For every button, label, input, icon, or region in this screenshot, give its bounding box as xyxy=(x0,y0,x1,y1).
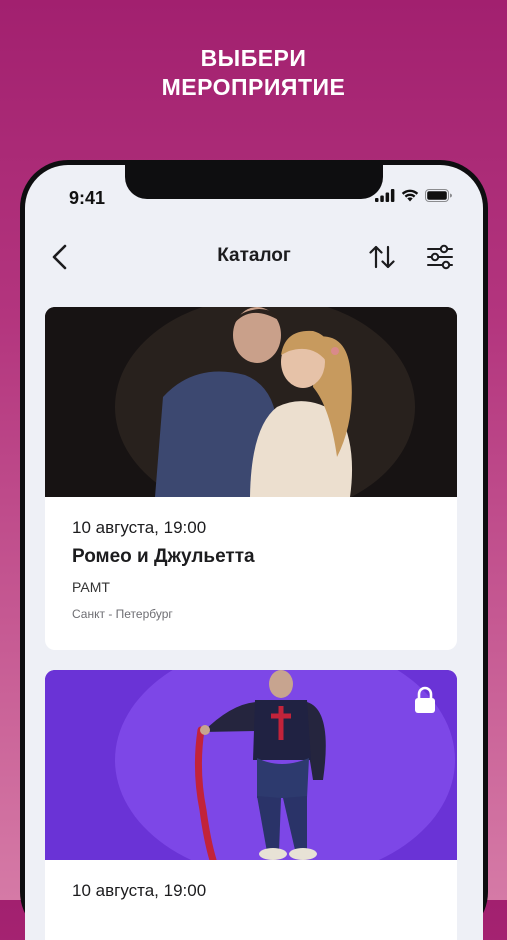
battery-icon xyxy=(425,189,452,202)
event-city: Санкт - Петербург xyxy=(72,607,173,621)
phone-frame: 9:41 Каталог 10 августа, 19:00 Ромео и Д… xyxy=(20,160,488,940)
event-date: 10 августа, 19:00 xyxy=(72,881,207,900)
promo-line-2: МЕРОПРИЯТИЕ xyxy=(161,74,346,100)
romeo-juliet-photo xyxy=(45,307,457,497)
hamlet-stage-photo xyxy=(45,670,457,860)
event-venue: РАМТ xyxy=(72,579,110,595)
signal-icon xyxy=(375,189,395,202)
filter-button[interactable] xyxy=(425,241,455,273)
phone-notch xyxy=(125,165,383,199)
event-title: Ромео и Джульетта xyxy=(72,546,255,567)
nav-bar: Каталог xyxy=(25,237,483,277)
lock-icon xyxy=(415,686,435,713)
promo-line-1: ВЫБЕРИ xyxy=(200,45,307,71)
event-date: 10 августа, 19:00 xyxy=(72,518,207,537)
status-icons xyxy=(375,189,453,202)
event-image xyxy=(45,670,457,860)
filter-sliders-icon xyxy=(427,244,453,270)
wifi-icon xyxy=(401,189,419,202)
status-time: 9:41 xyxy=(69,188,106,208)
app-screen: 9:41 Каталог 10 августа, 19:00 Ромео и Д… xyxy=(25,165,483,940)
promo-heading: ВЫБЕРИ МЕРОПРИЯТИЕ xyxy=(0,44,507,102)
sort-button[interactable] xyxy=(367,241,397,273)
event-info: 10 августа, 19:00 Ромео и Джульетта РАМТ… xyxy=(45,497,457,621)
event-image xyxy=(45,307,457,497)
sort-arrows-icon xyxy=(369,245,395,269)
event-card[interactable]: 10 августа, 19:00 Ромео и Джульетта РАМТ… xyxy=(45,307,457,650)
page-title: Каталог xyxy=(217,245,291,266)
event-info: 10 августа, 19:00 xyxy=(45,860,457,902)
